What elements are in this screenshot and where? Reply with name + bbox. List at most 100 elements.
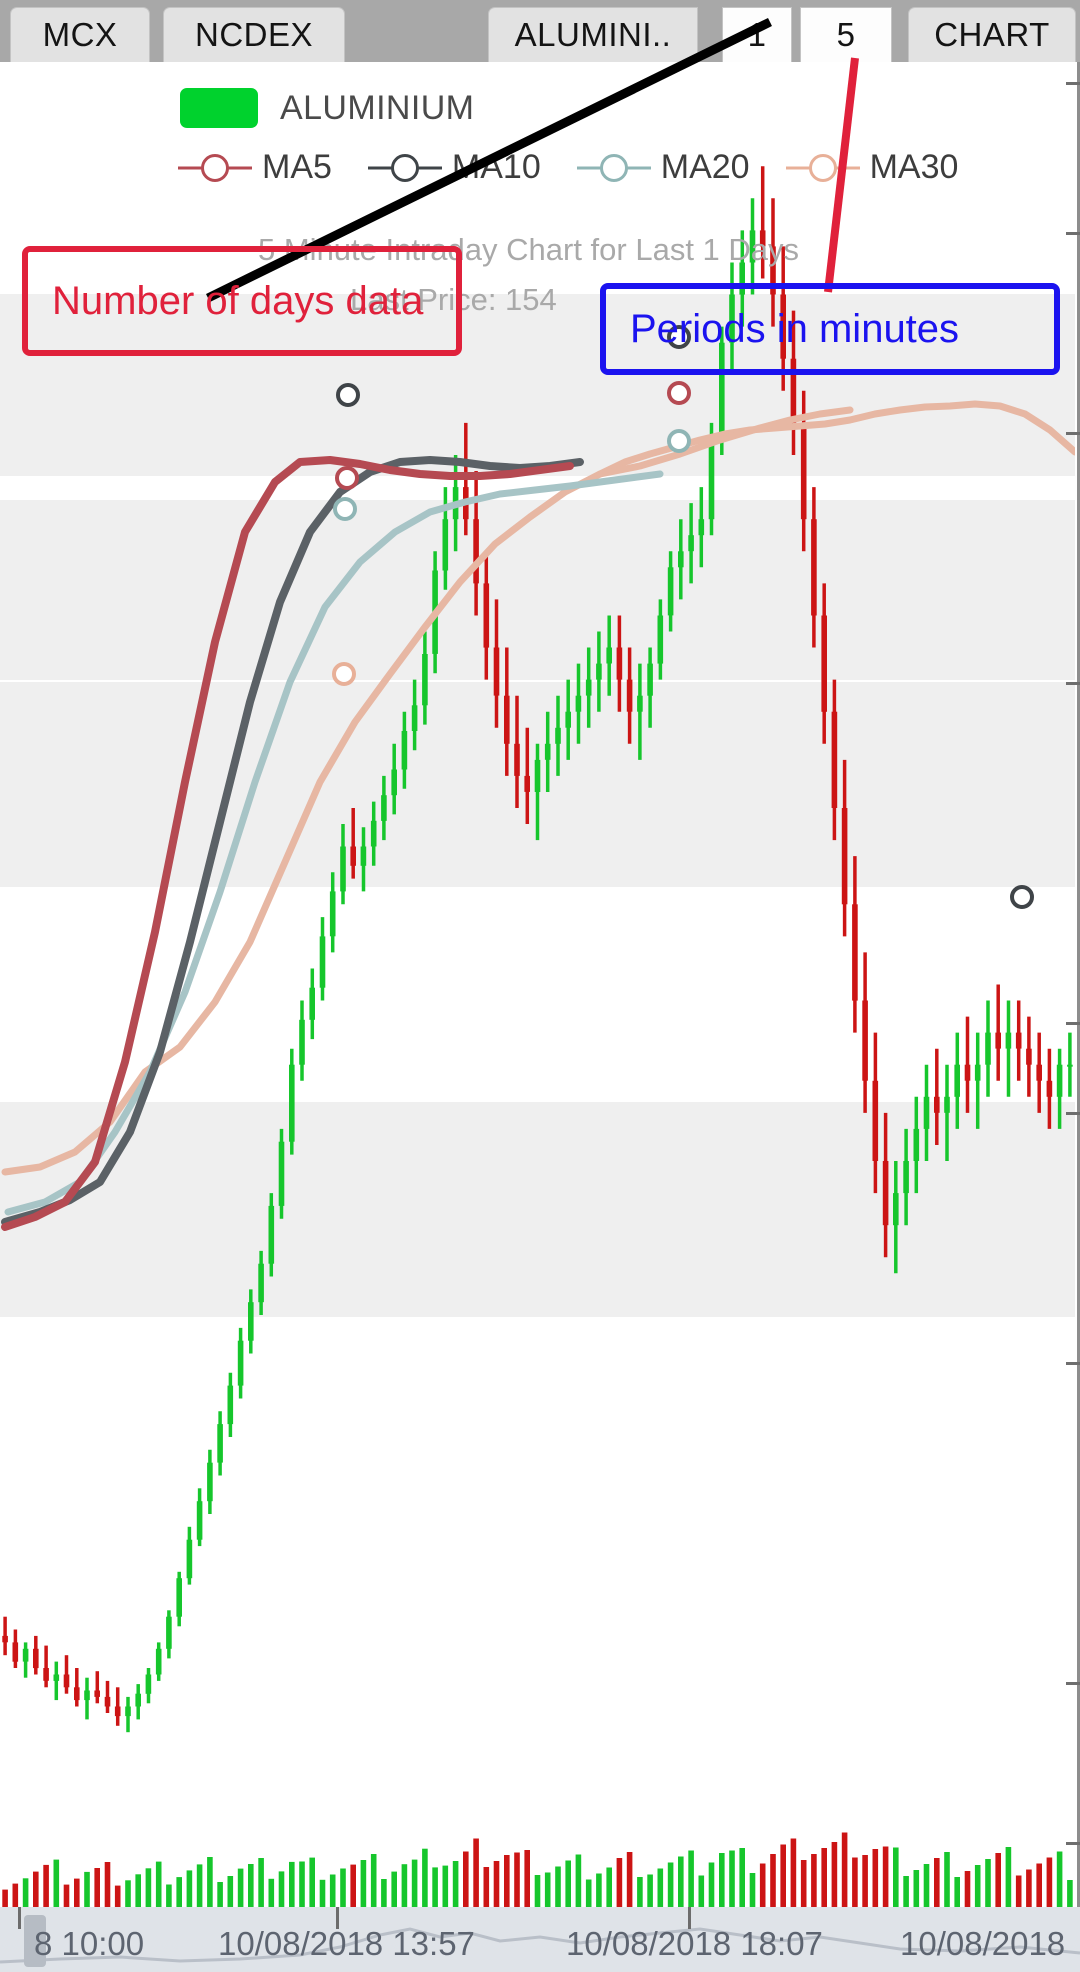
volume-bar — [422, 1848, 428, 1910]
days-input[interactable]: 1 — [722, 7, 792, 62]
x-axis-label: 10/08/2018 — [900, 1925, 1066, 1962]
candle-body — [698, 519, 705, 536]
symbol-legend: ALUMINIUM — [180, 88, 474, 128]
candle-body — [258, 1263, 264, 1303]
volume-bar — [739, 1848, 745, 1910]
ma5-marker — [335, 466, 359, 490]
ma30-legend-icon — [785, 149, 860, 187]
ma30-line-tail — [596, 406, 854, 478]
period-annotation-text: Periods in minutes — [630, 306, 960, 351]
volume-bar — [626, 1852, 633, 1910]
volume-bar — [504, 1855, 510, 1910]
volume-bar — [657, 1868, 664, 1910]
axis-tick — [1066, 1022, 1080, 1025]
volume-bar — [606, 1867, 612, 1910]
ma10-marker — [1010, 885, 1034, 909]
volume-bar — [135, 1874, 141, 1910]
volume-bar — [678, 1856, 684, 1910]
candle-body — [350, 846, 356, 866]
candle-body — [995, 1032, 1001, 1049]
volume-bar — [923, 1864, 930, 1910]
candle-body — [74, 1687, 80, 1701]
volume-bar — [749, 1873, 756, 1910]
axis-tick — [1066, 232, 1080, 235]
volume-bar — [207, 1857, 213, 1910]
time-axis-scrollbar[interactable]: 8 10:00 10/08/2018 13:57 10/08/2018 18:0… — [0, 1907, 1080, 1972]
legend-label-ma10: MA10 — [451, 148, 541, 186]
legend-item-ma5[interactable]: MA5 — [178, 148, 368, 187]
ma5-legend-icon — [178, 149, 252, 187]
candle-body — [186, 1539, 193, 1579]
volume-bar — [74, 1878, 80, 1910]
candle-body — [944, 1096, 950, 1113]
volume-bar — [319, 1879, 326, 1910]
candle-body — [852, 904, 858, 1001]
exchange-tab-ncdex[interactable]: NCDEX — [163, 7, 345, 62]
candle-body — [923, 1096, 930, 1129]
ma20-marker — [667, 429, 691, 453]
volume-bar — [104, 1862, 111, 1910]
candle-body — [544, 743, 551, 760]
candle-body — [442, 519, 449, 571]
candle-body — [94, 1690, 100, 1697]
legend-item-ma30[interactable]: MA30 — [785, 148, 995, 187]
volume-bar — [176, 1877, 182, 1910]
candle-body — [555, 727, 561, 744]
volume-bar — [514, 1852, 520, 1910]
volume-bar — [974, 1865, 981, 1910]
period-minutes-input[interactable]: 5 — [800, 7, 892, 62]
candle-body — [1015, 1032, 1022, 1049]
volume-bar — [831, 1842, 838, 1910]
ma30-marker — [332, 662, 356, 686]
legend-item-ma10[interactable]: MA10 — [367, 148, 577, 187]
candle-body — [934, 1096, 940, 1113]
volume-bar — [534, 1875, 541, 1910]
volume-bar — [934, 1858, 940, 1910]
exchange-tab-mcx[interactable]: MCX — [10, 7, 150, 62]
volume-bar — [524, 1850, 530, 1910]
volume-bar — [268, 1878, 275, 1910]
candle-body — [974, 1064, 981, 1081]
candle-body — [821, 615, 827, 712]
volume-bar — [473, 1838, 479, 1910]
volume-bar — [852, 1857, 858, 1910]
candle-body — [483, 583, 490, 648]
candle-body — [831, 711, 838, 808]
candle-body — [647, 663, 653, 696]
candle-body — [504, 695, 510, 744]
candle-body — [913, 1128, 920, 1161]
chart-button[interactable]: CHART — [908, 7, 1076, 62]
axis-tick — [1066, 682, 1080, 685]
candle-body — [616, 647, 623, 680]
ma20-legend-icon — [576, 149, 651, 187]
volume-bar — [780, 1844, 786, 1910]
candle-body — [903, 1161, 909, 1194]
moving-average-legend: MA5 MA10 MA20 MA30 — [178, 148, 994, 187]
price-axis — [1064, 62, 1080, 1907]
symbol-selector[interactable]: ALUMINI.. — [488, 7, 698, 62]
candle-body — [22, 1648, 29, 1662]
candle-body — [1036, 1064, 1042, 1081]
candle-body — [565, 711, 571, 728]
volume-bar — [258, 1858, 264, 1910]
symbol-legend-label: ALUMINIUM — [280, 88, 475, 127]
candlestick-series — [2, 166, 1073, 1733]
volume-bar — [186, 1870, 193, 1910]
legend-item-ma20[interactable]: MA20 — [576, 148, 786, 187]
volume-bar — [227, 1876, 234, 1910]
volume-bar — [995, 1853, 1001, 1910]
ma10-legend-icon — [367, 149, 442, 187]
candle-body — [422, 654, 428, 706]
volume-bar — [84, 1871, 90, 1910]
candle-body — [381, 795, 387, 821]
candle-body — [125, 1706, 131, 1717]
candle-body — [114, 1706, 121, 1717]
volume-bar — [667, 1862, 674, 1910]
volume-bar — [821, 1848, 827, 1910]
candle-body — [811, 519, 817, 616]
volume-bar — [698, 1875, 705, 1910]
volume-bar — [237, 1868, 244, 1910]
candle-body — [708, 439, 715, 520]
candle-body — [964, 1064, 971, 1081]
legend-label-ma30: MA30 — [869, 148, 959, 186]
